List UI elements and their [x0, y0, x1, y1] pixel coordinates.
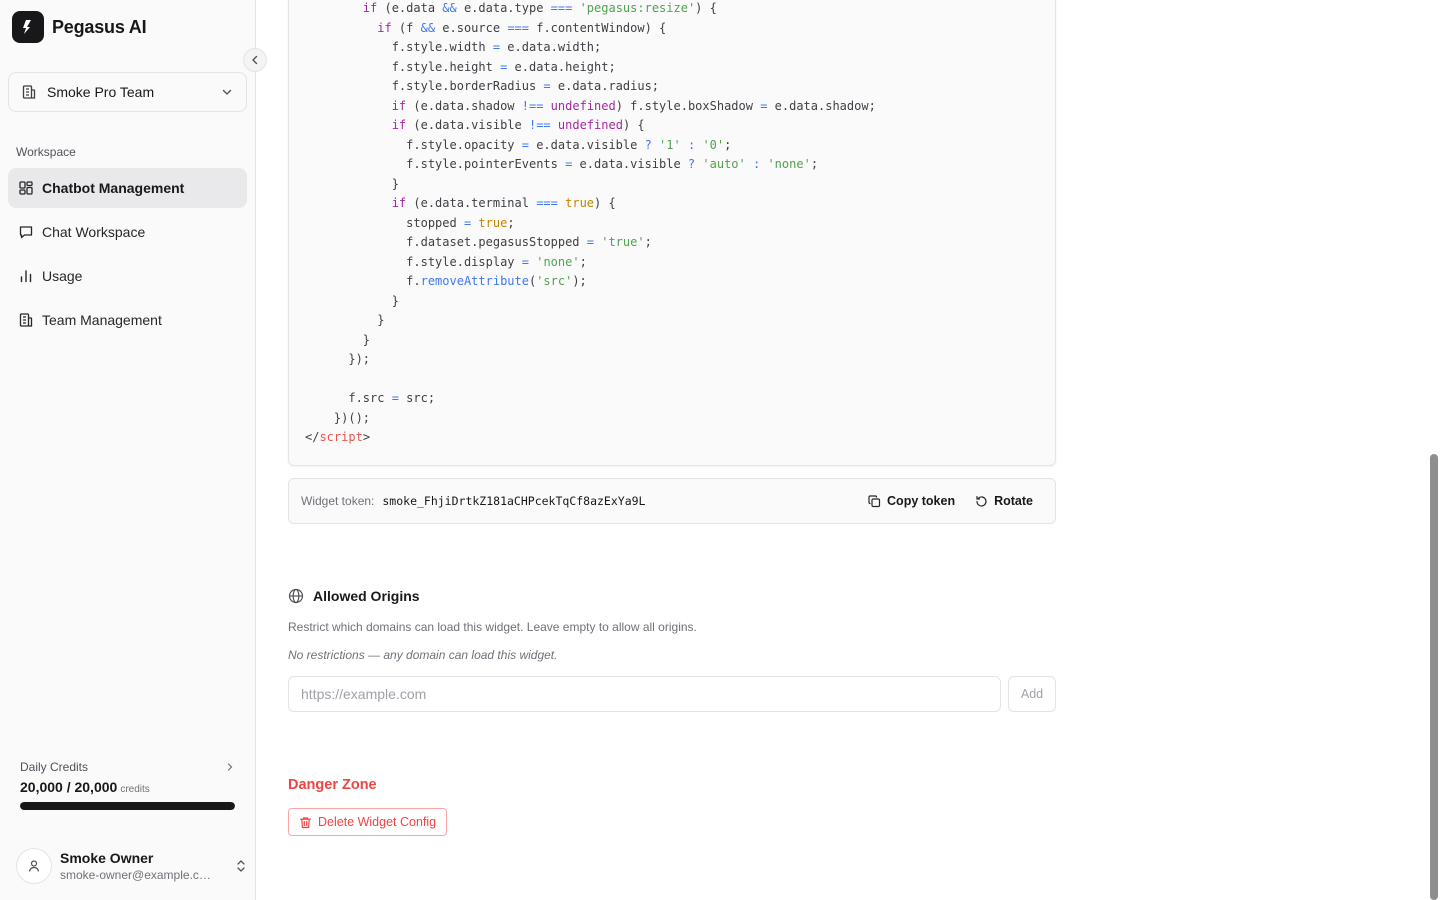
dashboard-grid-icon	[19, 181, 33, 195]
delete-widget-config-button[interactable]: Delete Widget Config	[288, 808, 448, 836]
team-selector-label: Smoke Pro Team	[47, 84, 155, 100]
building-icon	[22, 85, 36, 99]
trash-icon	[299, 816, 312, 828]
copy-token-button[interactable]: Copy token	[858, 488, 965, 514]
globe-icon	[288, 588, 304, 604]
user-icon	[28, 860, 40, 872]
user-name: Smoke Owner	[60, 850, 154, 866]
app-name: Pegasus AI	[52, 16, 147, 37]
chevron-right-icon	[227, 763, 233, 771]
pegasus-logo-icon	[12, 11, 44, 43]
daily-credits-link[interactable]: Daily Credits	[20, 760, 235, 774]
sidebar-item-label: Chat Workspace	[42, 224, 146, 240]
main-content: if (e.data && e.data.type === 'pegasus:r…	[256, 0, 1440, 900]
user-email: smoke-owner@example.com	[60, 868, 212, 882]
daily-credits-label: Daily Credits	[20, 760, 89, 774]
collapse-sidebar-button[interactable]	[243, 48, 267, 72]
sidebar-item-label: Usage	[42, 268, 83, 284]
sidebar-item-label: Team Management	[42, 312, 162, 328]
add-origin-button[interactable]: Add	[1008, 676, 1056, 712]
daily-credits-unit: credits	[120, 784, 150, 795]
daily-credits-value: 20,000 / 20,000 credits	[20, 779, 150, 795]
daily-credits-progress	[20, 802, 235, 810]
sidebar-item-usage[interactable]: Usage	[8, 256, 247, 296]
page-scrollbar[interactable]	[1430, 454, 1438, 900]
sidebar-item-chatbot-management[interactable]: Chatbot Management	[8, 168, 247, 208]
workspace-section-label: Workspace	[16, 145, 76, 159]
chevron-down-icon	[222, 89, 232, 95]
sidebar-item-chat-workspace[interactable]: Chat Workspace	[8, 212, 247, 252]
sidebar: Pegasus AI Smoke Pro Team Workspace Chat…	[0, 0, 267, 900]
origin-input[interactable]	[288, 676, 1001, 712]
allowed-origins-empty-state: No restrictions — any domain can load th…	[288, 648, 558, 662]
team-selector[interactable]: Smoke Pro Team	[8, 72, 247, 112]
sidebar-item-team-management[interactable]: Team Management	[8, 300, 247, 340]
rotate-icon	[976, 495, 987, 507]
embed-code: if (e.data && e.data.type === 'pegasus:r…	[305, 1, 876, 444]
chevrons-up-down-icon	[237, 860, 245, 872]
danger-zone-title: Danger Zone	[288, 777, 377, 793]
avatar	[16, 848, 52, 884]
sidebar-nav: Chatbot Management Chat Workspace Usage …	[8, 168, 247, 344]
building-icon	[19, 313, 33, 327]
allowed-origins-title: Allowed Origins	[313, 588, 420, 604]
allowed-origins-heading: Allowed Origins	[288, 588, 420, 604]
user-info: Smoke Owner smoke-owner@example.com	[60, 850, 226, 882]
widget-token-value: smoke_FhjiDrtkZ181aCHPcekTqCf8azExYa9L	[382, 494, 646, 508]
bar-chart-icon	[20, 270, 32, 283]
copy-icon	[868, 494, 881, 507]
sidebar-item-label: Chatbot Management	[42, 180, 185, 196]
user-menu[interactable]: Smoke Owner smoke-owner@example.com	[16, 846, 248, 886]
daily-credits-progress-fill	[20, 802, 235, 810]
allowed-origins-description: Restrict which domains can load this wid…	[288, 620, 697, 634]
brand[interactable]: Pegasus AI	[12, 11, 147, 43]
daily-credits: Daily Credits 20,000 / 20,000 credits	[20, 760, 235, 810]
chat-bubble-icon	[19, 226, 33, 239]
rotate-token-button[interactable]: Rotate	[965, 488, 1043, 514]
embed-code-block[interactable]: if (e.data && e.data.type === 'pegasus:r…	[288, 0, 1056, 466]
chevron-left-icon	[252, 55, 258, 65]
widget-token-row: Widget token: smoke_FhjiDrtkZ181aCHPcekT…	[288, 478, 1056, 524]
widget-token-label: Widget token:	[301, 494, 375, 508]
